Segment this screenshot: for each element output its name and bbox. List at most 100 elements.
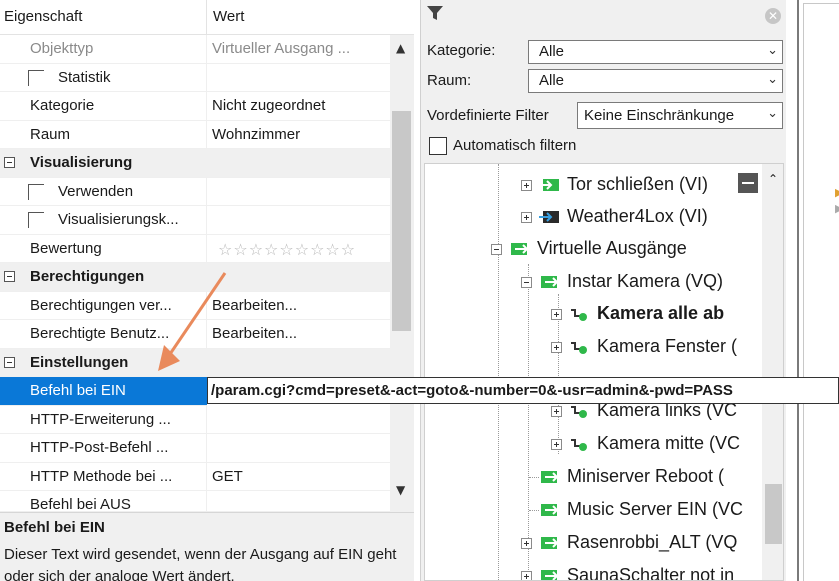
group-label: Berechtigungen xyxy=(30,268,145,285)
collapse-icon[interactable] xyxy=(4,356,15,368)
property-row-befehl-bei-aus[interactable]: Befehl bei AUS xyxy=(0,491,390,512)
annotation-arrow-icon xyxy=(158,272,227,371)
chevron-down-icon: ⌄ xyxy=(767,72,778,87)
property-name: Kategorie xyxy=(30,97,95,114)
collapse-icon[interactable] xyxy=(4,157,15,168)
statistik-checkbox[interactable] xyxy=(28,69,44,86)
command-icon xyxy=(571,439,587,451)
property-grid: Eigenschaft Wert Objekttyp Virtueller Au… xyxy=(0,0,414,512)
green-input-icon xyxy=(539,179,559,191)
collapse-icon[interactable] xyxy=(4,271,15,282)
property-row-http-post-befehl[interactable]: HTTP-Post-Befehl ... xyxy=(0,434,390,463)
automatisch-filtern-checkbox[interactable] xyxy=(429,137,447,155)
property-row-http-methode[interactable]: HTTP Methode bei ... GET xyxy=(0,462,390,491)
property-name: Befehl bei AUS xyxy=(30,496,131,512)
expand-icon[interactable] xyxy=(521,212,532,223)
raum-label: Raum: xyxy=(427,72,472,89)
expand-icon[interactable] xyxy=(551,439,562,450)
vordefinierte-filter-label: Vordefinierte Filter xyxy=(427,107,549,124)
tree-scrollbar[interactable]: ⌃ xyxy=(762,164,783,580)
property-row-visualisierungskategorie[interactable]: Visualisierungsk... xyxy=(0,206,390,235)
command-icon xyxy=(571,309,587,321)
property-row-http-erweiterung[interactable]: HTTP-Erweiterung ... xyxy=(0,405,390,434)
green-output-icon xyxy=(541,276,559,288)
property-row-statistik[interactable]: Statistik xyxy=(0,63,390,92)
property-name: Berechtigte Benutz... xyxy=(30,325,170,342)
scroll-up-icon[interactable]: ⌃ xyxy=(768,172,778,186)
property-name: Verwenden xyxy=(58,182,134,200)
property-name: Statistik xyxy=(58,68,111,86)
property-row-verwenden[interactable]: Verwenden xyxy=(0,177,390,206)
scroll-down-icon[interactable]: ▼ xyxy=(396,483,405,497)
vordefinierte-filter-value: Keine Einschränkunge xyxy=(584,107,735,124)
group-visualisierung[interactable]: Visualisierung xyxy=(0,149,390,178)
verwenden-checkbox[interactable] xyxy=(28,183,44,200)
property-row-bewertung[interactable]: Bewertung ☆☆☆☆☆☆☆☆☆ xyxy=(0,234,390,263)
property-name: HTTP-Post-Befehl ... xyxy=(30,439,169,456)
rating-stars-icon[interactable]: ☆☆☆☆☆☆☆☆☆ xyxy=(218,240,356,259)
property-name: Raum xyxy=(30,125,71,143)
column-header-value[interactable]: Wert xyxy=(213,8,244,25)
property-value: Wohnzimmer xyxy=(212,125,301,143)
clear-filter-icon[interactable]: ✕ xyxy=(765,8,781,24)
property-row-objekttyp[interactable]: Objekttyp Virtueller Ausgang ... xyxy=(0,35,390,64)
command-icon xyxy=(571,406,587,418)
property-name: HTTP Methode bei ... xyxy=(30,467,173,485)
column-header-property[interactable]: Eigenschaft xyxy=(4,8,82,25)
chevron-down-icon: ⌄ xyxy=(767,43,778,58)
scrollbar-thumb[interactable] xyxy=(765,484,782,544)
property-name: Befehl bei EIN xyxy=(30,382,126,399)
group-label: Visualisierung xyxy=(30,154,133,171)
object-browser-panel: ✕ Kategorie: Alle ⌄ Raum: Alle ⌄ Vordefi… xyxy=(420,0,786,581)
collapse-icon[interactable] xyxy=(491,244,502,255)
vordefinierte-filter-dropdown[interactable]: Keine Einschränkunge ⌄ xyxy=(577,102,783,129)
block-connector-icon: ▶ xyxy=(835,186,839,199)
property-value: Virtueller Ausgang ... xyxy=(212,40,351,57)
property-name: Visualisierungsk... xyxy=(58,211,179,228)
green-output-icon xyxy=(541,537,559,549)
property-grid-header: Eigenschaft Wert xyxy=(0,0,414,35)
property-grid-scrollbar[interactable]: ▲ ▼ xyxy=(390,35,414,512)
raum-dropdown[interactable]: Alle ⌄ xyxy=(528,69,783,93)
property-name: Objekttyp xyxy=(30,40,94,57)
kategorie-selected-value: Alle xyxy=(539,43,565,60)
befehl-bei-ein-value-editor[interactable]: /param.cgi?cmd=preset&-act=goto&-number=… xyxy=(207,377,839,404)
green-output-icon xyxy=(541,504,559,516)
filter-icon[interactable] xyxy=(427,6,443,20)
property-name: HTTP-Erweiterung ... xyxy=(30,410,171,428)
green-output-icon xyxy=(511,243,529,255)
expand-icon[interactable] xyxy=(551,342,562,353)
green-output-icon xyxy=(541,471,559,483)
object-tree[interactable]: Tor schließen (VI) Weather4Lox (VI) Virt… xyxy=(424,163,784,581)
scroll-up-icon[interactable]: ▲ xyxy=(396,41,405,55)
green-output-icon xyxy=(541,570,559,580)
expand-icon[interactable] xyxy=(521,538,532,549)
automatisch-filtern-label[interactable]: Automatisch filtern xyxy=(453,137,576,154)
property-row-kategorie[interactable]: Kategorie Nicht zugeordnet xyxy=(0,92,390,121)
dark-input-icon xyxy=(539,211,559,223)
visualisierung-checkbox[interactable] xyxy=(28,212,44,228)
group-label: Einstellungen xyxy=(30,353,129,371)
description-text: Dieser Text wird gesendet, wenn der Ausg… xyxy=(4,546,397,581)
description-title: Befehl bei EIN xyxy=(4,519,105,536)
scrollbar-thumb[interactable] xyxy=(392,111,411,331)
description-panel: Befehl bei EIN Dieser Text wird gesendet… xyxy=(0,512,414,581)
kategorie-label: Kategorie: xyxy=(427,42,496,59)
property-row-raum[interactable]: Raum Wohnzimmer xyxy=(0,120,390,149)
expand-icon[interactable] xyxy=(521,180,532,191)
column-separator[interactable] xyxy=(206,0,207,35)
kategorie-dropdown[interactable]: Alle ⌄ xyxy=(528,40,783,64)
expand-icon[interactable] xyxy=(551,309,562,320)
property-value: Nicht zugeordnet xyxy=(212,97,326,114)
expand-icon[interactable] xyxy=(551,406,562,417)
collapse-all-icon[interactable] xyxy=(738,173,758,193)
property-value: GET xyxy=(212,467,243,485)
expand-icon[interactable] xyxy=(521,571,532,580)
chevron-down-icon: ⌄ xyxy=(764,106,778,121)
raum-selected-value: Alle xyxy=(539,72,565,89)
block-connector-icon: ▶ xyxy=(835,202,839,215)
command-icon xyxy=(571,342,587,354)
program-canvas[interactable]: ▶ ▶ xyxy=(797,0,839,581)
collapse-icon[interactable] xyxy=(521,277,532,288)
canvas-page-frame xyxy=(803,3,839,581)
